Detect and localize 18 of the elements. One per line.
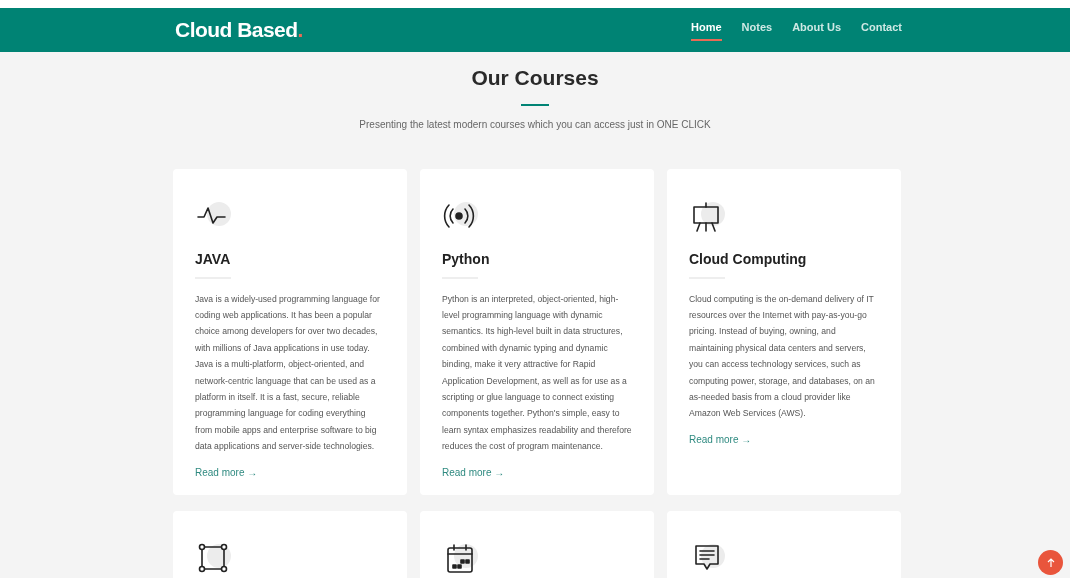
- read-more-link[interactable]: Read more →: [442, 464, 505, 480]
- section-title: Our Courses: [471, 65, 599, 91]
- read-more-link[interactable]: Read more →: [195, 464, 258, 480]
- section-subtitle: Presenting the latest modern courses which you can access just in ONE CLICK: [359, 117, 711, 132]
- course-title: Python: [442, 249, 490, 269]
- course-title: Cloud Computing: [689, 249, 807, 269]
- nav-link[interactable]: Notes: [741, 19, 773, 41]
- nav-link[interactable]: About Us: [792, 19, 842, 41]
- site-logo[interactable]: Cloud Based.: [175, 14, 303, 46]
- arrow-up-icon: [1046, 557, 1055, 568]
- nav-link[interactable]: Contact: [861, 19, 902, 41]
- scroll-top-button[interactable]: [1038, 550, 1063, 575]
- course-title: JAVA: [195, 249, 231, 269]
- read-more-link[interactable]: Read more →: [689, 431, 752, 447]
- course-description: Cloud computing is the on-demand delivery of IT resources over the Internet with pay-as-you-go pricing. Instead of buying, owning, and maintaining physical data centers and servers, you can access technology services, such as computing power, storage, and databases, on an as-needed basis from a cloud provider like Amazon Web Services (AWS).: [689, 292, 876, 421]
- course-description: Python is an interpreted, object-oriented, high-level programming language with dynamic semantics. Its high-level built in data structures, combined with dynamic typing and dynamic binding, make it very attractive for Rapid Application Development, as well as for use as a scripting or glue language to connect existing components together. Python's simple, easy to learn syntax emphasizes readability and therefore reduces the cost of program maintenance.: [442, 292, 632, 454]
- course-description: Java is a widely-used programming language for coding web applications. It has been a popular choice among developers for over two decades, with millions of Java applications in use today. Java is a multi-platform, object-oriented, and network-centric language that can be used as a platform in itself. It is a fast, secure, reliable programming language for coding everything from mobile apps and enterprise software to big data applications and server-side technologies.: [195, 292, 381, 454]
- nav-link[interactable]: Home: [691, 19, 722, 41]
